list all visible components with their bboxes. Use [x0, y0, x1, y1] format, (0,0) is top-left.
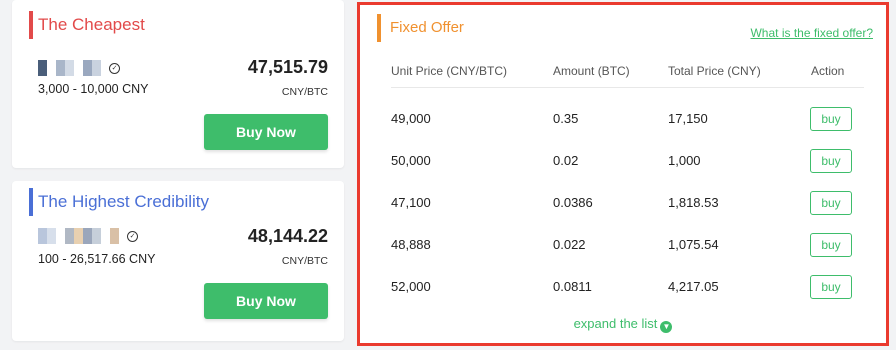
seller-info[interactable]: ✓: [38, 228, 138, 244]
cell-amount: 0.35: [553, 111, 579, 126]
mosaic-block: [47, 228, 56, 244]
credibility-card: The Highest Credibility ✓ 100 - 26,517.6…: [12, 181, 344, 341]
mosaic-block: [83, 228, 92, 244]
chevron-down-circle-icon: ▼: [660, 321, 673, 333]
cell-amount: 0.02: [553, 153, 579, 168]
cell-amount: 0.0386: [553, 195, 593, 210]
unit-price: 47,515.79: [247, 57, 328, 77]
cell-unit-price: 50,000: [391, 153, 431, 168]
price-unit: CNY/BTC: [281, 255, 328, 267]
mosaic-block: [110, 228, 119, 244]
cell-total: 17,150: [668, 111, 708, 126]
column-header-action: Action: [811, 64, 845, 78]
buy-button[interactable]: buy: [810, 233, 852, 257]
mosaic-block: [74, 228, 83, 244]
seller-info[interactable]: ✓: [38, 60, 120, 76]
buy-now-button[interactable]: Buy Now: [204, 283, 328, 319]
buy-button[interactable]: buy: [810, 107, 852, 131]
cell-total: 1,075.54: [668, 237, 719, 252]
mosaic-block: [74, 60, 83, 76]
fixed-offer-title: Fixed Offer: [377, 14, 464, 42]
mosaic-block: [38, 228, 47, 244]
cell-total: 1,818.53: [668, 195, 719, 210]
price-unit: CNY/BTC: [281, 86, 328, 98]
column-header-unit-price: Unit Price (CNY/BTC): [391, 64, 508, 78]
mosaic-block: [101, 228, 110, 244]
buy-now-button[interactable]: Buy Now: [204, 114, 328, 150]
seller-name-blurred[interactable]: [38, 228, 119, 244]
mosaic-block: [83, 60, 92, 76]
table-row: 52,000 0.0811 4,217.05 buy: [391, 272, 864, 302]
mosaic-block: [38, 60, 47, 76]
buy-button[interactable]: buy: [810, 149, 852, 173]
seller-name-blurred[interactable]: [38, 60, 101, 76]
credibility-title: The Highest Credibility: [29, 188, 209, 216]
cell-total: 1,000: [668, 153, 701, 168]
fixed-offer-panel: Fixed Offer What is the fixed offer? Uni…: [357, 2, 889, 346]
cell-amount: 0.0811: [553, 279, 592, 294]
verified-icon: ✓: [127, 230, 138, 242]
column-header-amount: Amount (BTC): [553, 64, 630, 78]
verified-icon: ✓: [109, 62, 120, 74]
cell-total: 4,217.05: [668, 279, 719, 294]
limit-range: 100 - 26,517.66 CNY: [38, 252, 156, 266]
buy-button[interactable]: buy: [810, 275, 852, 299]
cell-amount: 0.022: [553, 237, 586, 252]
column-header-total: Total Price (CNY): [668, 64, 761, 78]
table-row: 48,888 0.022 1,075.54 buy: [391, 230, 864, 260]
cheapest-card: The Cheapest ✓ 3,000 - 10,000 CNY 47,515…: [12, 0, 344, 168]
table-row: 50,000 0.02 1,000 buy: [391, 146, 864, 176]
mosaic-block: [47, 60, 56, 76]
mosaic-block: [56, 60, 65, 76]
buy-button[interactable]: buy: [810, 191, 852, 215]
mosaic-block: [65, 60, 74, 76]
table-row: 47,100 0.0386 1,818.53 buy: [391, 188, 864, 218]
expand-list-link[interactable]: expand the list ▼: [360, 316, 886, 333]
table-header: Unit Price (CNY/BTC) Amount (BTC) Total …: [391, 64, 864, 88]
mosaic-block: [56, 228, 65, 244]
cell-unit-price: 49,000: [391, 111, 431, 126]
mosaic-block: [92, 228, 101, 244]
limit-range: 3,000 - 10,000 CNY: [38, 82, 149, 96]
mosaic-block: [65, 228, 74, 244]
cell-unit-price: 48,888: [391, 237, 431, 252]
cell-unit-price: 52,000: [391, 279, 431, 294]
expand-list-label: expand the list: [573, 316, 658, 331]
fixed-offer-help-link[interactable]: What is the fixed offer?: [750, 26, 873, 40]
table-row: 49,000 0.35 17,150 buy: [391, 104, 864, 134]
cell-unit-price: 47,100: [391, 195, 431, 210]
unit-price: 48,144.22: [247, 226, 328, 246]
cheapest-title: The Cheapest: [29, 11, 145, 39]
mosaic-block: [92, 60, 101, 76]
